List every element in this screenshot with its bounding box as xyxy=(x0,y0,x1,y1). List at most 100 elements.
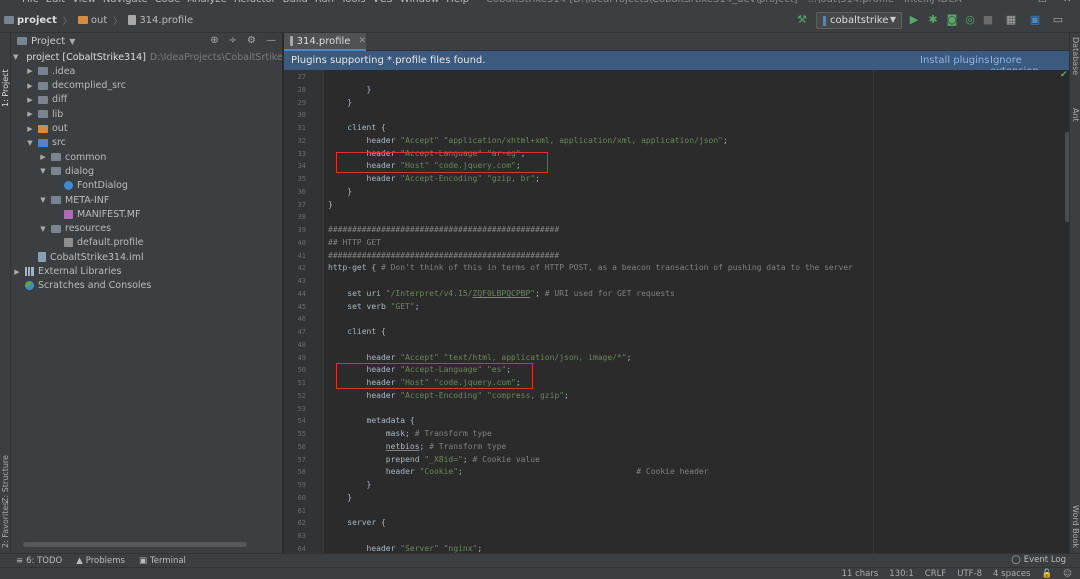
breadcrumb-file[interactable]: 314.profile xyxy=(139,15,193,26)
database-tool-tab[interactable]: Database xyxy=(1071,37,1080,75)
inspector-icon[interactable]: ☺ xyxy=(1063,569,1072,579)
tree-item[interactable]: ▼ project [CobaltStrike314] D:\IdeaProject… xyxy=(11,50,282,64)
layout-icon[interactable]: ▭ xyxy=(1052,14,1064,26)
run-icon[interactable]: ▶ xyxy=(908,14,920,26)
tree-item[interactable]: ▼ src xyxy=(11,136,282,150)
tree-item[interactable]: CobaltStrike314.iml xyxy=(11,250,282,264)
code-line[interactable]: metadata { xyxy=(328,415,415,427)
code-line[interactable]: header "Accept-Encoding" "gzip, br"; xyxy=(328,173,540,185)
expanded-arrow-icon[interactable]: ▼ xyxy=(13,53,18,61)
menu-item-help[interactable]: Help xyxy=(446,0,469,5)
code-line[interactable]: header "Accept" "application/xhtml+xml, … xyxy=(328,135,728,147)
menu-item-refactor[interactable]: Refactor xyxy=(234,0,276,5)
code-line[interactable]: ########################################… xyxy=(328,250,559,262)
hide-icon[interactable]: — xyxy=(266,35,276,46)
tree-item[interactable]: ▼ dialog xyxy=(11,164,282,178)
code-line[interactable]: http-get { # Don't think of this in term… xyxy=(328,262,853,274)
collapsed-arrow-icon[interactable]: ▶ xyxy=(26,82,34,90)
profile-icon[interactable]: ◎ xyxy=(964,14,976,26)
code-line[interactable]: ########################################… xyxy=(328,224,559,236)
menu-item-vcs[interactable]: VCS xyxy=(373,0,393,5)
collapse-all-icon[interactable]: ÷ xyxy=(229,35,237,46)
tree-item[interactable]: ▶ out xyxy=(11,122,282,136)
code-line[interactable]: set uri "/Interpret/v4.15/ZQF0LBPQCPBP";… xyxy=(328,288,675,300)
breadcrumb-out[interactable]: out xyxy=(91,15,107,26)
code-line[interactable]: } xyxy=(328,492,352,504)
menu-item-analyze[interactable]: Analyze xyxy=(187,0,226,5)
code-line[interactable]: set verb "GET"; xyxy=(328,301,419,313)
code-line[interactable]: ## HTTP GET xyxy=(328,237,381,249)
tree-item[interactable]: ▶ External Libraries xyxy=(11,265,282,279)
file-encoding[interactable]: UTF-8 xyxy=(957,569,982,579)
run-configuration-select[interactable]: cobaltstrike ▼ xyxy=(816,12,902,29)
code-line[interactable]: server { xyxy=(328,517,386,529)
collapsed-arrow-icon[interactable]: ▶ xyxy=(13,268,21,276)
stop-icon[interactable]: ■ xyxy=(982,14,994,26)
code-line[interactable]: } xyxy=(328,479,372,491)
line-separator[interactable]: CRLF xyxy=(925,569,946,579)
expanded-arrow-icon[interactable]: ▼ xyxy=(39,196,47,204)
word-book-tool-tab[interactable]: Word Book xyxy=(1071,505,1080,548)
tree-item[interactable]: ▶ .idea xyxy=(11,64,282,78)
problems-tool-button[interactable]: ▲ Problems xyxy=(76,556,125,566)
collapsed-arrow-icon[interactable]: ▶ xyxy=(26,125,34,133)
collapsed-arrow-icon[interactable]: ▶ xyxy=(26,96,34,104)
menu-item-tools[interactable]: Tools xyxy=(341,0,366,5)
ant-tool-tab[interactable]: Ant xyxy=(1071,108,1080,122)
indent-setting[interactable]: 4 spaces xyxy=(993,569,1030,579)
code-area[interactable]: } } client { header "Accept" "applicatio… xyxy=(328,70,1069,553)
tree-item[interactable]: ▼ resources xyxy=(11,222,282,236)
menu-item-edit[interactable]: Edit xyxy=(46,0,65,5)
collapsed-arrow-icon[interactable]: ▶ xyxy=(26,67,34,75)
menu-item-file[interactable]: File xyxy=(22,0,39,5)
menu-item-navigate[interactable]: Navigate xyxy=(103,0,148,5)
close-button[interactable]: ✕ xyxy=(1063,0,1071,5)
sdk-icon[interactable]: ▣ xyxy=(1029,14,1041,26)
caret-position[interactable]: 130:1 xyxy=(889,569,914,579)
code-line[interactable]: } xyxy=(328,84,372,96)
code-line[interactable]: header "Accept" "text/html, application/… xyxy=(328,352,632,364)
gear-icon[interactable]: ⚙ xyxy=(247,35,256,46)
code-editor[interactable]: 27 28 29 30 31 32 33 34 35 36 37 38 39 40 41 42 43 44 45 46… xyxy=(284,70,1069,553)
coverage-icon[interactable]: ◙ xyxy=(946,14,958,26)
code-line[interactable]: } xyxy=(328,199,333,211)
menu-item-view[interactable]: View xyxy=(72,0,96,5)
lock-icon[interactable]: 🔓 xyxy=(1042,569,1053,579)
code-line[interactable]: header "Cookie"; # Cookie header xyxy=(328,466,709,478)
maximize-button[interactable]: ☐ xyxy=(1038,0,1047,5)
tree-item[interactable]: ▶ lib xyxy=(11,107,282,121)
favorites-tool-tab[interactable]: 2: Favorites xyxy=(1,488,10,548)
tree-item[interactable]: ▶ common xyxy=(11,150,282,164)
project-panel-title[interactable]: Project xyxy=(31,36,65,47)
install-plugins-link[interactable]: Install plugins xyxy=(920,55,989,66)
minimize-button[interactable]: — xyxy=(1012,0,1022,5)
breadcrumb-project[interactable]: project xyxy=(17,15,57,26)
tree-item[interactable]: Scratches and Consoles xyxy=(11,279,282,293)
menu-item-run[interactable]: Run xyxy=(315,0,334,5)
code-line[interactable]: client { xyxy=(328,326,386,338)
menu-item-build[interactable]: Build xyxy=(283,0,308,5)
expanded-arrow-icon[interactable]: ▼ xyxy=(39,225,47,233)
code-line[interactable]: header "Accept-Encoding" "compress, gzip… xyxy=(328,390,569,402)
chevron-down-icon[interactable]: ▼ xyxy=(69,37,75,46)
horizontal-scrollbar[interactable] xyxy=(23,542,247,547)
event-log-button[interactable]: ◯ Event Log xyxy=(1011,555,1066,565)
tab-314-profile[interactable]: 314.profile ✕ xyxy=(284,33,366,51)
code-line[interactable]: prepend "_X8id="; # Cookie value xyxy=(328,454,540,466)
menu-item-window[interactable]: Window xyxy=(400,0,439,5)
code-line[interactable]: mask; # Transform type xyxy=(328,428,492,440)
code-line[interactable]: netbios; # Transform type xyxy=(328,441,506,453)
terminal-tool-button[interactable]: ▣ Terminal xyxy=(139,556,186,566)
tree-item[interactable]: FontDialog xyxy=(11,179,282,193)
tree-item[interactable]: ▶ diff xyxy=(11,93,282,107)
close-icon[interactable]: ✕ xyxy=(358,36,366,46)
code-line[interactable]: } xyxy=(328,97,352,109)
tree-item[interactable]: ▼ META-INF xyxy=(11,193,282,207)
tree-item[interactable]: default.profile xyxy=(11,236,282,250)
locate-icon[interactable]: ⊕ xyxy=(210,35,218,46)
tree-item[interactable]: ▶ decomplied_src xyxy=(11,79,282,93)
collapsed-arrow-icon[interactable]: ▶ xyxy=(26,110,34,118)
build-hammer-icon[interactable]: ⚒ xyxy=(796,14,808,26)
project-structure-icon[interactable]: ▦ xyxy=(1005,14,1017,26)
code-line[interactable]: header "Server" "nginx"; xyxy=(328,543,483,553)
